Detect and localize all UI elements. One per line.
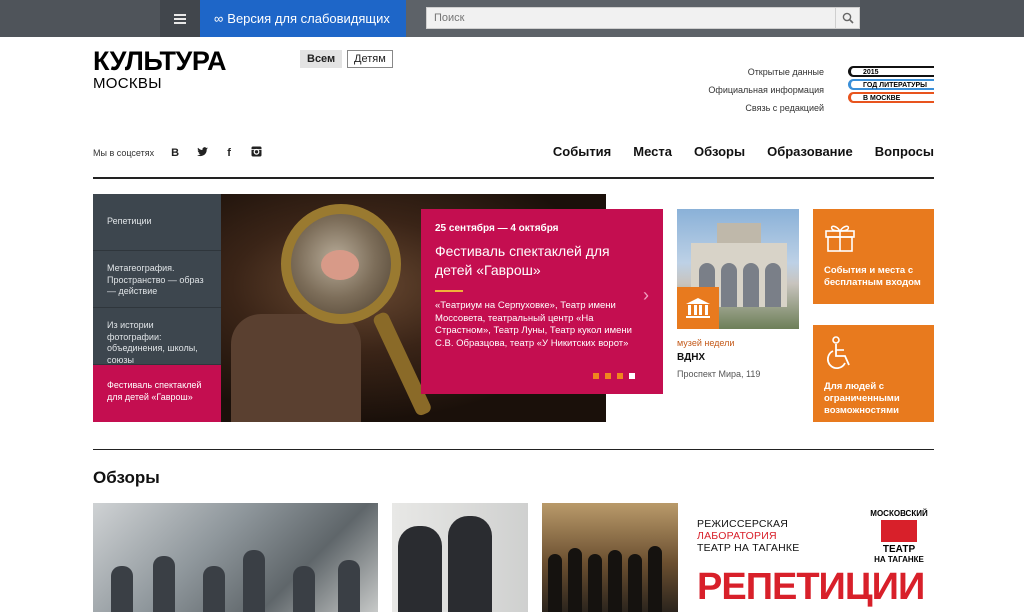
rehearsals-banner[interactable]: РЕЖИССЕРСКАЯ ЛАБОРАТОРИЯ ТЕАТР НА ТАГАНК… xyxy=(692,503,934,612)
review-thumbnail[interactable] xyxy=(542,503,678,612)
year-logo-line1: 2015 xyxy=(863,69,879,76)
main-nav: События Места Обзоры Образование Вопросы xyxy=(531,144,934,159)
section-title-reviews: Обзоры xyxy=(93,468,160,487)
museum-name[interactable]: ВДНХ xyxy=(677,352,705,363)
menu-button[interactable] xyxy=(160,0,200,37)
nav-places[interactable]: Места xyxy=(633,144,672,159)
nav-reviews[interactable]: Обзоры xyxy=(694,144,745,159)
instagram-icon[interactable] xyxy=(250,146,262,160)
year-logo-line2: ГОД ЛИТЕРАТУРЫ xyxy=(863,82,927,89)
nav-education[interactable]: Образование xyxy=(767,144,853,159)
slider-promo-card[interactable]: 25 сентября — 4 октября Фестиваль спекта… xyxy=(421,209,663,394)
promo-date: 25 сентября — 4 октября xyxy=(435,223,559,234)
search-button[interactable] xyxy=(835,8,859,28)
audience-kids-button[interactable]: Детям xyxy=(347,50,393,68)
open-data-link[interactable]: Открытые данные xyxy=(708,63,824,81)
wheelchair-icon xyxy=(824,335,923,373)
museum-icon xyxy=(677,287,719,329)
review-thumbnail[interactable] xyxy=(392,503,528,612)
banner-headline: РЕПЕТИЦИИ xyxy=(697,566,925,608)
year-logo-line3: В МОСКВЕ xyxy=(863,95,901,102)
nav-questions[interactable]: Вопросы xyxy=(875,144,934,159)
free-entry-tile[interactable]: События и места с бесплатным входом xyxy=(813,209,934,304)
slider-list: Репетиции Метагеография. Пространство — … xyxy=(93,194,221,422)
promo-title: Фестиваль спектаклей для детей «Гаврош» xyxy=(435,243,610,278)
year-of-literature-logo[interactable]: 2015 ГОД ЛИТЕРАТУРЫ В МОСКВЕ xyxy=(848,66,938,108)
top-bar: ∞ Версия для слабовидящих xyxy=(0,0,1024,37)
nav-events[interactable]: События xyxy=(553,144,611,159)
audience-all-button[interactable]: Всем xyxy=(300,50,343,68)
social-label: Мы в соцсетях xyxy=(93,148,155,158)
slider-dot[interactable] xyxy=(593,373,599,379)
free-entry-label: События и места с бесплатным входом xyxy=(824,265,921,288)
museum-address: Проспект Мира, 119 xyxy=(677,369,761,379)
slider-item[interactable]: Репетиции xyxy=(93,194,221,251)
glasses-icon: ∞ xyxy=(214,11,223,26)
accessibility-version-label: Версия для слабовидящих xyxy=(227,11,390,26)
contact-editors-link[interactable]: Связь с редакцией xyxy=(708,99,824,117)
logo-line1: КУЛЬТУРА xyxy=(93,46,226,76)
taganka-theatre-logo: МОСКОВСКИЙ ТЕАТР НА ТАГАНКЕ xyxy=(870,509,928,564)
slider-item-active[interactable]: Фестиваль спектаклей для детей «Гаврош» xyxy=(93,365,221,422)
accessibility-version-button[interactable]: ∞ Версия для слабовидящих xyxy=(200,0,406,37)
official-info-link[interactable]: Официальная информация xyxy=(708,81,824,99)
review-thumbnail[interactable] xyxy=(93,503,378,612)
divider xyxy=(93,449,934,450)
header-links: Открытые данные Официальная информация С… xyxy=(708,63,824,117)
accessibility-label: Для людей с ограниченными возможностями xyxy=(824,381,900,416)
site-logo[interactable]: КУЛЬТУРА МОСКВЫ xyxy=(93,48,226,92)
promo-description: «Театриум на Серпуховке», Театр имени Мо… xyxy=(435,300,632,349)
divider xyxy=(93,177,934,179)
hamburger-icon xyxy=(174,13,186,24)
slider-dots xyxy=(587,373,635,379)
search-box xyxy=(426,7,860,29)
search-input[interactable] xyxy=(427,8,827,28)
slider-dot[interactable] xyxy=(605,373,611,379)
gift-icon xyxy=(824,219,923,257)
banner-lab-text: РЕЖИССЕРСКАЯ ЛАБОРАТОРИЯ ТЕАТР НА ТАГАНК… xyxy=(697,518,800,554)
slider-item[interactable]: Из истории фотографии: объединения, школ… xyxy=(93,308,221,365)
slider-dot-active[interactable] xyxy=(629,373,635,379)
social-links: Мы в соцсетях В f xyxy=(93,146,262,160)
search-icon xyxy=(842,12,854,24)
vk-icon[interactable]: В xyxy=(169,147,181,159)
facebook-icon[interactable]: f xyxy=(223,147,235,159)
chevron-right-icon[interactable]: › xyxy=(643,285,649,306)
slider-item[interactable]: Метагеография. Пространство — образ — де… xyxy=(93,251,221,308)
accessibility-tile[interactable]: Для людей с ограниченными возможностями xyxy=(813,325,934,422)
slider-dot[interactable] xyxy=(617,373,623,379)
museum-kicker: музей недели xyxy=(677,338,735,348)
twitter-icon[interactable] xyxy=(196,146,208,160)
logo-line2: МОСКВЫ xyxy=(93,75,162,92)
